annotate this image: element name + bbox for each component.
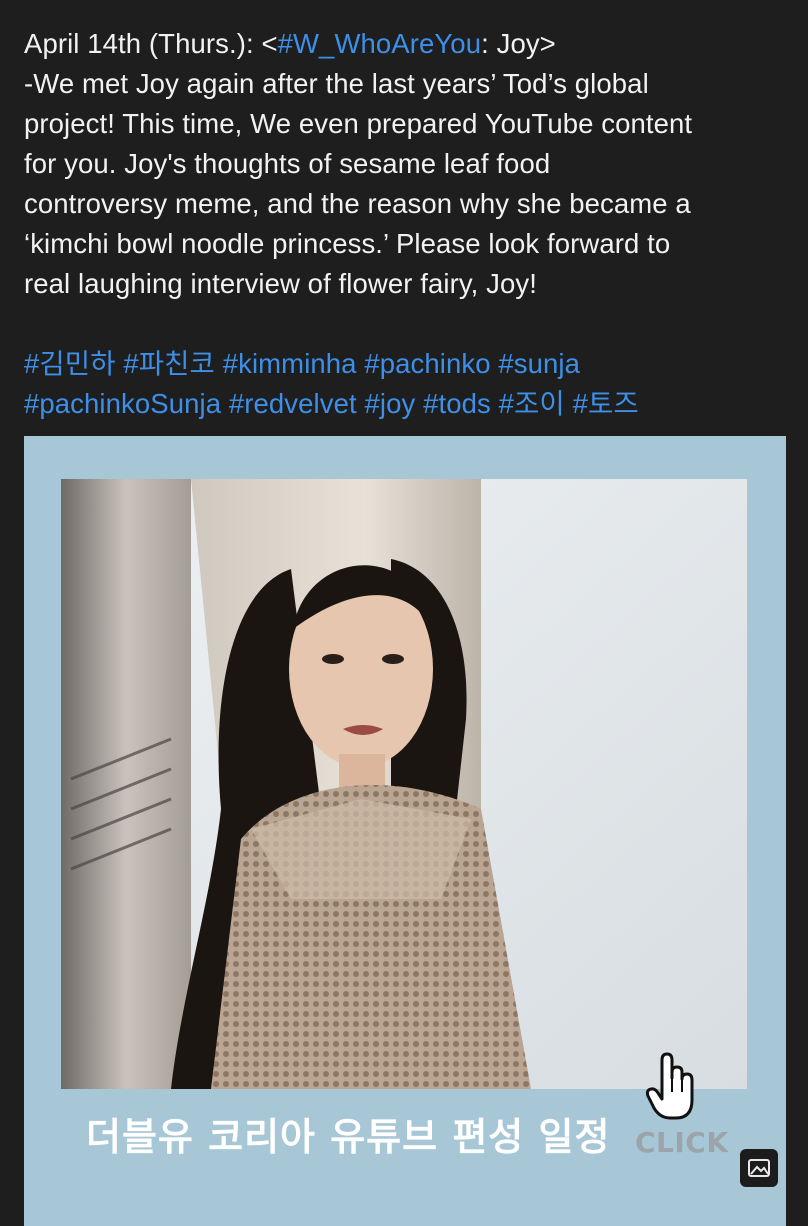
hashtag-link[interactable]: #tods [423,388,491,419]
schedule-caption: 더블유 코리아 유튜브 편성 일정 [86,1115,611,1159]
post-text: April 14th (Thurs.): <#W_WhoAreYou: Joy>… [24,24,794,424]
post-line-6: ‘kimchi bowl noodle princess.’ Please lo… [24,228,671,259]
post-line-3: project! This time, We even prepared You… [24,108,693,139]
hashtag-link[interactable]: #joy [365,388,416,419]
hashtag-link[interactable]: #sunja [498,348,580,379]
hashtag-link[interactable]: #W_WhoAreYou [278,28,482,59]
portrait-photo [61,479,747,1089]
hashtag-link[interactable]: #김민하 [24,348,116,379]
hashtag-line-1: #김민하 #파친코 #kimminha #pachinko #sunja [24,344,794,384]
pointer-hand-icon [644,1052,700,1129]
click-label: CLICK [635,1126,729,1159]
post-line-2: -We met Joy again after the last years’ … [24,68,649,99]
post-line-1: April 14th (Thurs.): <#W_WhoAreYou: Joy> [24,28,556,59]
post-media-card[interactable]: 더블유 코리아 유튜브 편성 일정 CLICK [24,436,786,1226]
hashtag-link[interactable]: #파친코 [123,348,215,379]
hashtag-link[interactable]: #kimminha [223,348,357,379]
hashtag-link[interactable]: #토즈 [573,388,639,419]
post-line-5: controversy meme, and the reason why she… [24,188,691,219]
post-line-4: for you. Joy's thoughts of sesame leaf f… [24,148,551,179]
hashtag-link[interactable]: #조이 [499,388,565,419]
hashtag-link[interactable]: #pachinkoSunja [24,388,221,419]
hashtag-line-2: #pachinkoSunja #redvelvet #joy #tods #조이… [24,384,794,424]
hashtag-link[interactable]: #redvelvet [229,388,357,419]
post-line-7: real laughing interview of flower fairy,… [24,268,537,299]
image-icon [740,1149,778,1187]
hashtag-link[interactable]: #pachinko [364,348,490,379]
